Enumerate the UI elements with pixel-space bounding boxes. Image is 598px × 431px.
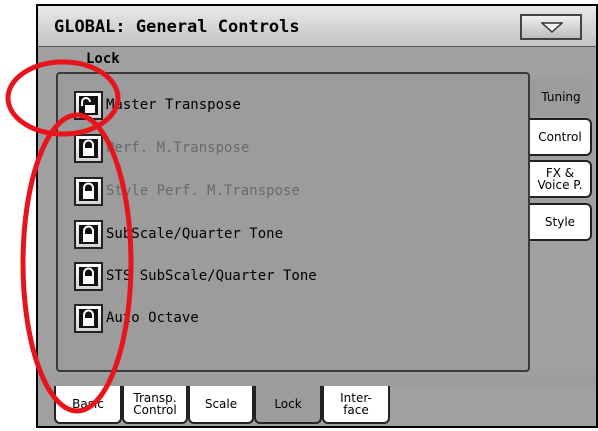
lock-row-subscale-quarter-tone: SubScale/Quarter Tone — [74, 219, 283, 249]
locked-padlock-icon — [79, 308, 98, 328]
tab-interface-line2: face — [343, 403, 369, 417]
tab-tuning-label: Tuning — [541, 90, 581, 104]
triangle-down-icon — [541, 22, 563, 33]
lock-row-perf-m-transpose: Perf. M.Transpose — [74, 133, 249, 163]
lock-label-subscale-quarter-tone: SubScale/Quarter Tone — [106, 226, 284, 242]
tab-interface[interactable]: Inter- face — [322, 386, 390, 424]
tab-transp-control-label: Transp. Control — [133, 392, 176, 416]
lock-row-auto-octave: Auto Octave — [74, 303, 199, 333]
tab-style-label: Style — [544, 215, 576, 229]
tab-basic-label: Basic — [72, 397, 104, 411]
lock-label-style-perf-m-transpose: Style Perf. M.Transpose — [106, 183, 300, 199]
lock-toggle-sts-subscale-quarter-tone[interactable] — [74, 261, 103, 291]
unlocked-padlock-icon — [79, 95, 98, 115]
lock-label-auto-octave: Auto Octave — [106, 310, 199, 326]
tab-transp-control[interactable]: Transp. Control — [122, 386, 188, 424]
tab-tuning[interactable]: Tuning — [530, 78, 592, 116]
tab-scale[interactable]: Scale — [188, 386, 254, 424]
lock-toggle-perf-m-transpose[interactable] — [74, 133, 103, 163]
tab-lock-label: Lock — [274, 397, 302, 411]
locked-padlock-icon — [79, 138, 98, 158]
display-screen: GLOBAL: General Controls Lock Master Tra… — [36, 4, 598, 428]
tab-basic[interactable]: Basic — [54, 386, 122, 424]
tab-control[interactable]: Control — [530, 118, 592, 156]
section-label: Lock — [86, 51, 120, 67]
tab-lock[interactable]: Lock — [254, 386, 322, 424]
lock-row-style-perf-m-transpose: Style Perf. M.Transpose — [74, 176, 300, 206]
tab-interface-label: Inter- face — [340, 392, 372, 416]
locked-padlock-icon — [79, 224, 98, 244]
lock-row-sts-subscale-quarter-tone: STS SubScale/Quarter Tone — [74, 261, 317, 291]
page-title: GLOBAL: General Controls — [54, 17, 300, 37]
lock-toggle-style-perf-m-transpose[interactable] — [74, 176, 103, 206]
locked-padlock-icon — [79, 181, 98, 201]
lock-toggle-master-transpose[interactable] — [74, 90, 103, 120]
bottom-tab-strip — [38, 375, 596, 386]
tab-fx-voice-p-label: FX & Voice P. — [538, 167, 583, 191]
tab-scale-label: Scale — [204, 397, 238, 411]
tab-style[interactable]: Style — [530, 203, 592, 241]
lock-label-sts-subscale-quarter-tone: STS SubScale/Quarter Tone — [106, 268, 317, 284]
lock-toggle-subscale-quarter-tone[interactable] — [74, 219, 103, 249]
page-menu-button[interactable] — [520, 14, 582, 40]
lock-toggle-auto-octave[interactable] — [74, 303, 103, 333]
tab-control-label: Control — [538, 130, 582, 144]
lock-panel: Master Transpose Perf. M.Transpose Style… — [56, 72, 530, 372]
tab-fx-voice-p-line2: Voice P. — [537, 178, 583, 192]
locked-padlock-icon — [79, 266, 98, 286]
lock-row-master-transpose: Master Transpose — [74, 90, 241, 120]
title-bar: GLOBAL: General Controls — [38, 6, 596, 47]
tab-fx-voice-p[interactable]: FX & Voice P. — [530, 160, 592, 198]
tab-transp-control-line2: Control — [133, 403, 177, 417]
lock-label-master-transpose: Master Transpose — [106, 97, 241, 113]
lock-label-perf-m-transpose: Perf. M.Transpose — [106, 140, 250, 156]
